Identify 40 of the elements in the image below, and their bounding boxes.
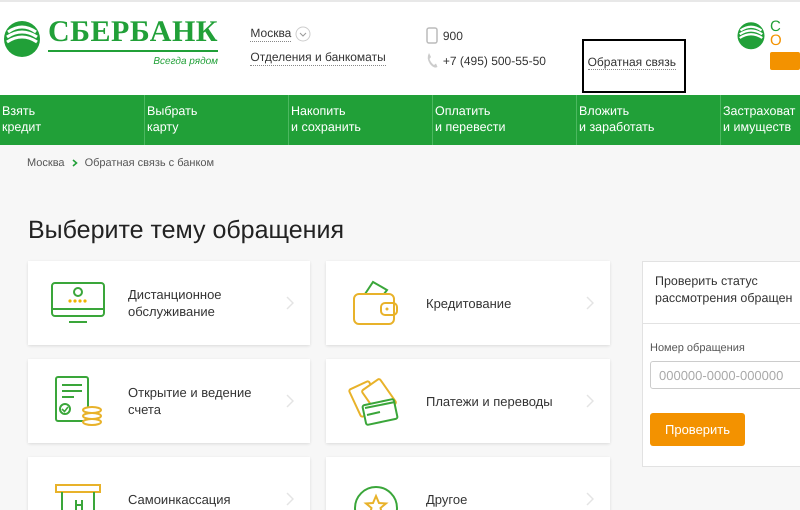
topic-label: Дистанционное обслуживание <box>128 286 223 320</box>
panel-heading: рассмотрения обращен <box>655 290 794 307</box>
brand-name: СБЕРБАНК <box>48 16 218 52</box>
chevron-right-icon <box>286 394 294 408</box>
breadcrumb-current: Обратная связь с банком <box>84 157 214 169</box>
chevron-right-icon <box>586 394 594 408</box>
request-number-field[interactable]: 000000-0000-000000 <box>650 361 800 389</box>
monitor-icon <box>50 282 106 324</box>
online-brand-subtitle: О <box>770 34 783 48</box>
chevron-right-icon <box>286 492 294 506</box>
logo-icon <box>736 20 766 50</box>
online-brand-name: С <box>770 20 782 34</box>
branches-link[interactable]: Отделения и банкоматы <box>250 50 386 66</box>
chevron-down-icon[interactable] <box>295 26 312 42</box>
topic-card[interactable]: Самоинкассация <box>28 457 310 510</box>
panel-heading: Проверить статус <box>655 273 759 290</box>
phone-number: +7 (495) 500-55-50 <box>442 54 546 68</box>
city-link[interactable]: Москва <box>250 26 292 42</box>
chevron-right-icon <box>72 159 78 167</box>
phone-handset-icon <box>426 52 438 69</box>
topic-card[interactable]: Другое <box>326 457 610 510</box>
mobile-phone-icon <box>426 27 438 44</box>
chevron-right-icon <box>586 296 594 310</box>
topic-label: Самоинкассация <box>128 490 232 508</box>
chevron-right-icon <box>286 296 294 310</box>
field-label: Номер обращения <box>650 342 745 354</box>
topic-label: Открытие и ведение счета <box>128 384 252 418</box>
chevron-right-icon <box>586 492 594 506</box>
topic-label: Платежи и переводы <box>426 392 554 410</box>
page-title: Выберите тему обращения <box>28 216 345 245</box>
topic-card[interactable]: Дистанционное обслуживание <box>28 261 310 345</box>
topic-card[interactable]: Открытие и ведение счета <box>28 359 310 443</box>
topic-card[interactable]: Платежи и переводы <box>326 359 610 443</box>
feedback-link[interactable]: Обратная связь <box>588 55 676 70</box>
topic-label: Другое <box>426 490 468 508</box>
brand-slogan: Всегда рядом <box>153 56 218 67</box>
topic-label: Кредитование <box>426 294 512 312</box>
topic-card[interactable]: Кредитование <box>326 261 610 345</box>
phone-number: 900 <box>442 28 463 42</box>
breadcrumb-link[interactable]: Москва <box>27 157 65 169</box>
